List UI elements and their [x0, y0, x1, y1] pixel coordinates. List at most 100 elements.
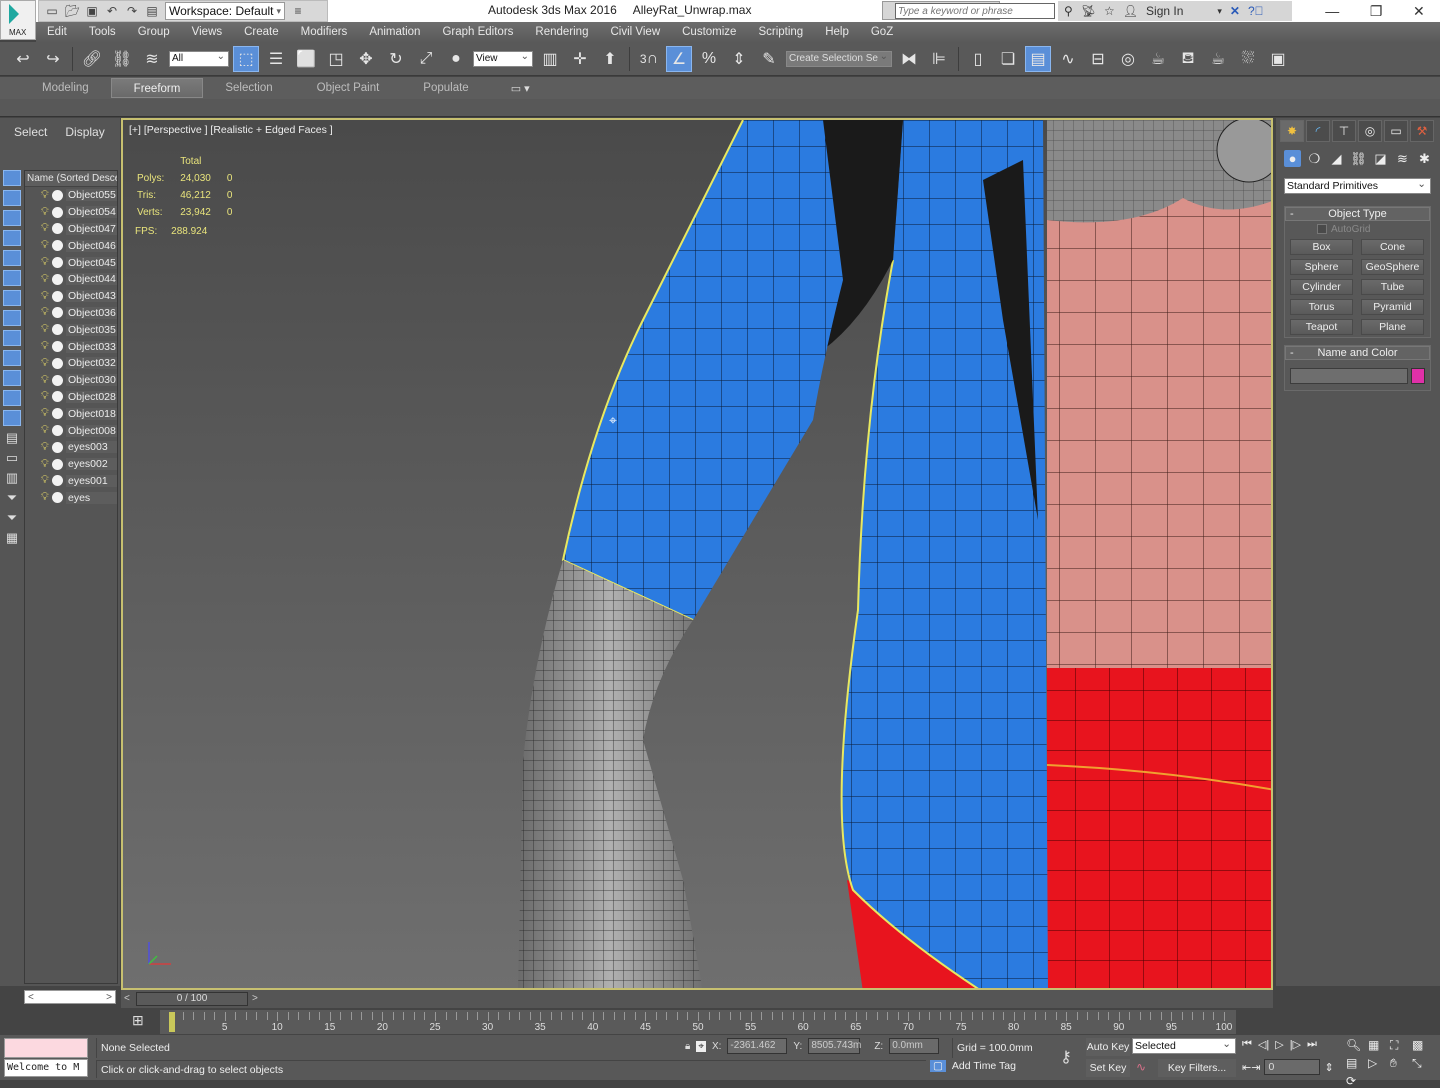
toggle-scene-explorer-icon[interactable]: ▯ — [965, 46, 991, 72]
object-row[interactable]: 💡︎ eyes001 — [25, 473, 117, 490]
display-bones-icon[interactable] — [3, 350, 21, 366]
save-icon[interactable]: ▣ — [85, 4, 99, 18]
light-bulb-icon[interactable]: 💡︎ — [41, 323, 49, 336]
object-row[interactable]: 💡︎ Object044 — [25, 271, 117, 288]
maxscript-listener-output[interactable]: Welcome to M — [4, 1059, 88, 1077]
object-type-header[interactable]: - Object Type — [1285, 207, 1430, 221]
curve-editor-icon[interactable]: ∿ — [1055, 46, 1081, 72]
light-bulb-icon[interactable]: 💡︎ — [41, 407, 49, 420]
layer-icon[interactable]: ▦ — [3, 530, 21, 546]
current-frame-marker[interactable] — [169, 1012, 175, 1032]
favorites-star-icon[interactable]: ☆ — [1104, 4, 1115, 18]
explorer-tab-select[interactable]: Select — [14, 125, 47, 139]
select-and-link-icon[interactable]: 🔗︎ — [79, 46, 105, 72]
freeze-toggle-icon[interactable] — [52, 223, 63, 235]
object-row[interactable]: 💡︎ Object045 — [25, 254, 117, 271]
motion-tab-icon[interactable]: ◎ — [1358, 120, 1382, 142]
time-configuration-icon[interactable]: ▤ — [1346, 1056, 1366, 1071]
menu-edit[interactable]: Edit — [36, 26, 78, 38]
named-selection-set-dropdown[interactable]: Create Selection Se — [786, 50, 892, 67]
selection-filter-dropdown[interactable]: All — [169, 50, 229, 67]
object-row[interactable]: 💡︎ Object054 — [25, 204, 117, 221]
light-bulb-icon[interactable]: 💡︎ — [41, 424, 49, 437]
menu-goz[interactable]: GoZ — [860, 26, 904, 38]
object-row[interactable]: 💡︎ Object028 — [25, 389, 117, 406]
go-to-end-icon[interactable]: ⏭ — [1307, 1038, 1317, 1051]
object-row[interactable]: 💡︎ eyes002 — [25, 456, 117, 473]
customize-qat-icon[interactable]: ≡ — [291, 4, 305, 18]
filter-icon[interactable]: ⏷ — [3, 490, 21, 506]
edit-named-selection-icon[interactable]: ✎ — [756, 46, 782, 72]
light-bulb-icon[interactable]: 💡︎ — [41, 206, 49, 219]
display-containers-icon[interactable] — [3, 370, 21, 386]
lock-selection-icon[interactable]: 🔒︎ — [685, 1041, 690, 1052]
y-coordinate-field[interactable]: 8505.743m — [808, 1038, 861, 1054]
new-file-icon[interactable]: ▭ — [45, 4, 59, 18]
primitive-sphere-button[interactable]: Sphere — [1290, 259, 1353, 275]
display-none-icon[interactable] — [3, 170, 21, 186]
menu-create[interactable]: Create — [233, 26, 290, 38]
mirror-icon[interactable]: ⧓ — [896, 46, 922, 72]
menu-views[interactable]: Views — [181, 26, 233, 38]
schematic-view-icon[interactable]: ⊟ — [1085, 46, 1111, 72]
freeze-toggle-icon[interactable] — [52, 408, 63, 420]
menu-graph-editors[interactable]: Graph Editors — [431, 26, 524, 38]
select-object-icon[interactable]: ⬚ — [233, 45, 259, 72]
create-tab-icon[interactable]: ✸ — [1280, 120, 1304, 142]
light-bulb-icon[interactable]: 💡︎ — [41, 239, 49, 252]
rectangular-selection-icon[interactable]: ⬜ — [293, 46, 319, 72]
key-mode-toggle-icon[interactable]: ⇤⇥ — [1242, 1061, 1260, 1074]
communication-center-icon[interactable]: 📡︎ — [1081, 4, 1096, 18]
object-row[interactable]: 💡︎ Object043 — [25, 288, 117, 305]
cameras-icon[interactable]: ⛓ — [1350, 150, 1367, 167]
viewport-label[interactable]: [+] [Perspective ] [Realistic + Edged Fa… — [129, 124, 333, 136]
ribbon-tab-freeform[interactable]: Freeform — [110, 78, 204, 98]
select-by-name-icon[interactable]: ☰ — [263, 46, 289, 72]
next-frame-icon[interactable]: > — [252, 993, 258, 1004]
spinner-snap-icon[interactable]: ⇕ — [726, 46, 752, 72]
ribbon-options-icon[interactable]: ▭ ▾ — [511, 82, 530, 95]
time-tag-icon[interactable]: ▢ — [930, 1060, 946, 1072]
key-filters-button[interactable]: Key Filters... — [1158, 1059, 1236, 1077]
primitive-box-button[interactable]: Box — [1290, 239, 1353, 255]
scroll-right-icon[interactable]: > — [106, 992, 112, 1003]
freeze-toggle-icon[interactable] — [52, 425, 63, 437]
object-row[interactable]: 💡︎ Object055 — [25, 187, 117, 204]
lights-icon[interactable]: ◢ — [1328, 150, 1345, 167]
object-row[interactable]: 💡︎ Object035 — [25, 321, 117, 338]
display-geometry-icon[interactable] — [3, 190, 21, 206]
object-name-input[interactable] — [1290, 368, 1408, 384]
primitive-tube-button[interactable]: Tube — [1361, 279, 1424, 295]
workspace-dropdown[interactable]: Workspace: Default — [165, 2, 285, 20]
restore-icon[interactable]: ❐ — [1370, 3, 1383, 20]
display-groups-icon[interactable] — [3, 310, 21, 326]
freeze-toggle-icon[interactable] — [52, 492, 63, 504]
toggle-ribbon-icon[interactable]: ▤ — [1025, 45, 1051, 72]
auto-key-button[interactable]: Auto Key — [1086, 1038, 1130, 1056]
geometry-icon[interactable]: ● — [1284, 150, 1301, 167]
select-all-icon[interactable]: ▤ — [3, 430, 21, 446]
light-bulb-icon[interactable]: 💡︎ — [41, 474, 49, 487]
freeze-toggle-icon[interactable] — [52, 189, 63, 201]
object-row[interactable]: 💡︎ Object036 — [25, 305, 117, 322]
material-editor-icon[interactable]: ◎ — [1115, 46, 1141, 72]
display-shapes-icon[interactable] — [3, 210, 21, 226]
object-color-swatch[interactable] — [1411, 368, 1425, 384]
close-icon[interactable]: ✕ — [1413, 3, 1425, 20]
previous-frame-icon[interactable]: < — [124, 993, 130, 1004]
display-frozen-icon[interactable] — [3, 390, 21, 406]
search-input[interactable] — [895, 3, 1055, 19]
set-keys-icon[interactable]: ⚷ — [1046, 1038, 1086, 1078]
open-file-icon[interactable]: 📂︎ — [65, 4, 80, 18]
select-invert-icon[interactable]: ▥ — [3, 470, 21, 486]
primitive-geosphere-button[interactable]: GeoSphere — [1361, 259, 1424, 275]
freeze-toggle-icon[interactable] — [52, 273, 63, 285]
object-row[interactable]: 💡︎ Object033 — [25, 338, 117, 355]
menu-help[interactable]: Help — [814, 26, 860, 38]
menu-rendering[interactable]: Rendering — [524, 26, 599, 38]
play-icon[interactable]: ▷ — [1275, 1038, 1283, 1051]
light-bulb-icon[interactable]: 💡︎ — [41, 458, 49, 471]
display-space-warps-icon[interactable] — [3, 290, 21, 306]
primitive-teapot-button[interactable]: Teapot — [1290, 319, 1353, 335]
display-lights-icon[interactable] — [3, 230, 21, 246]
